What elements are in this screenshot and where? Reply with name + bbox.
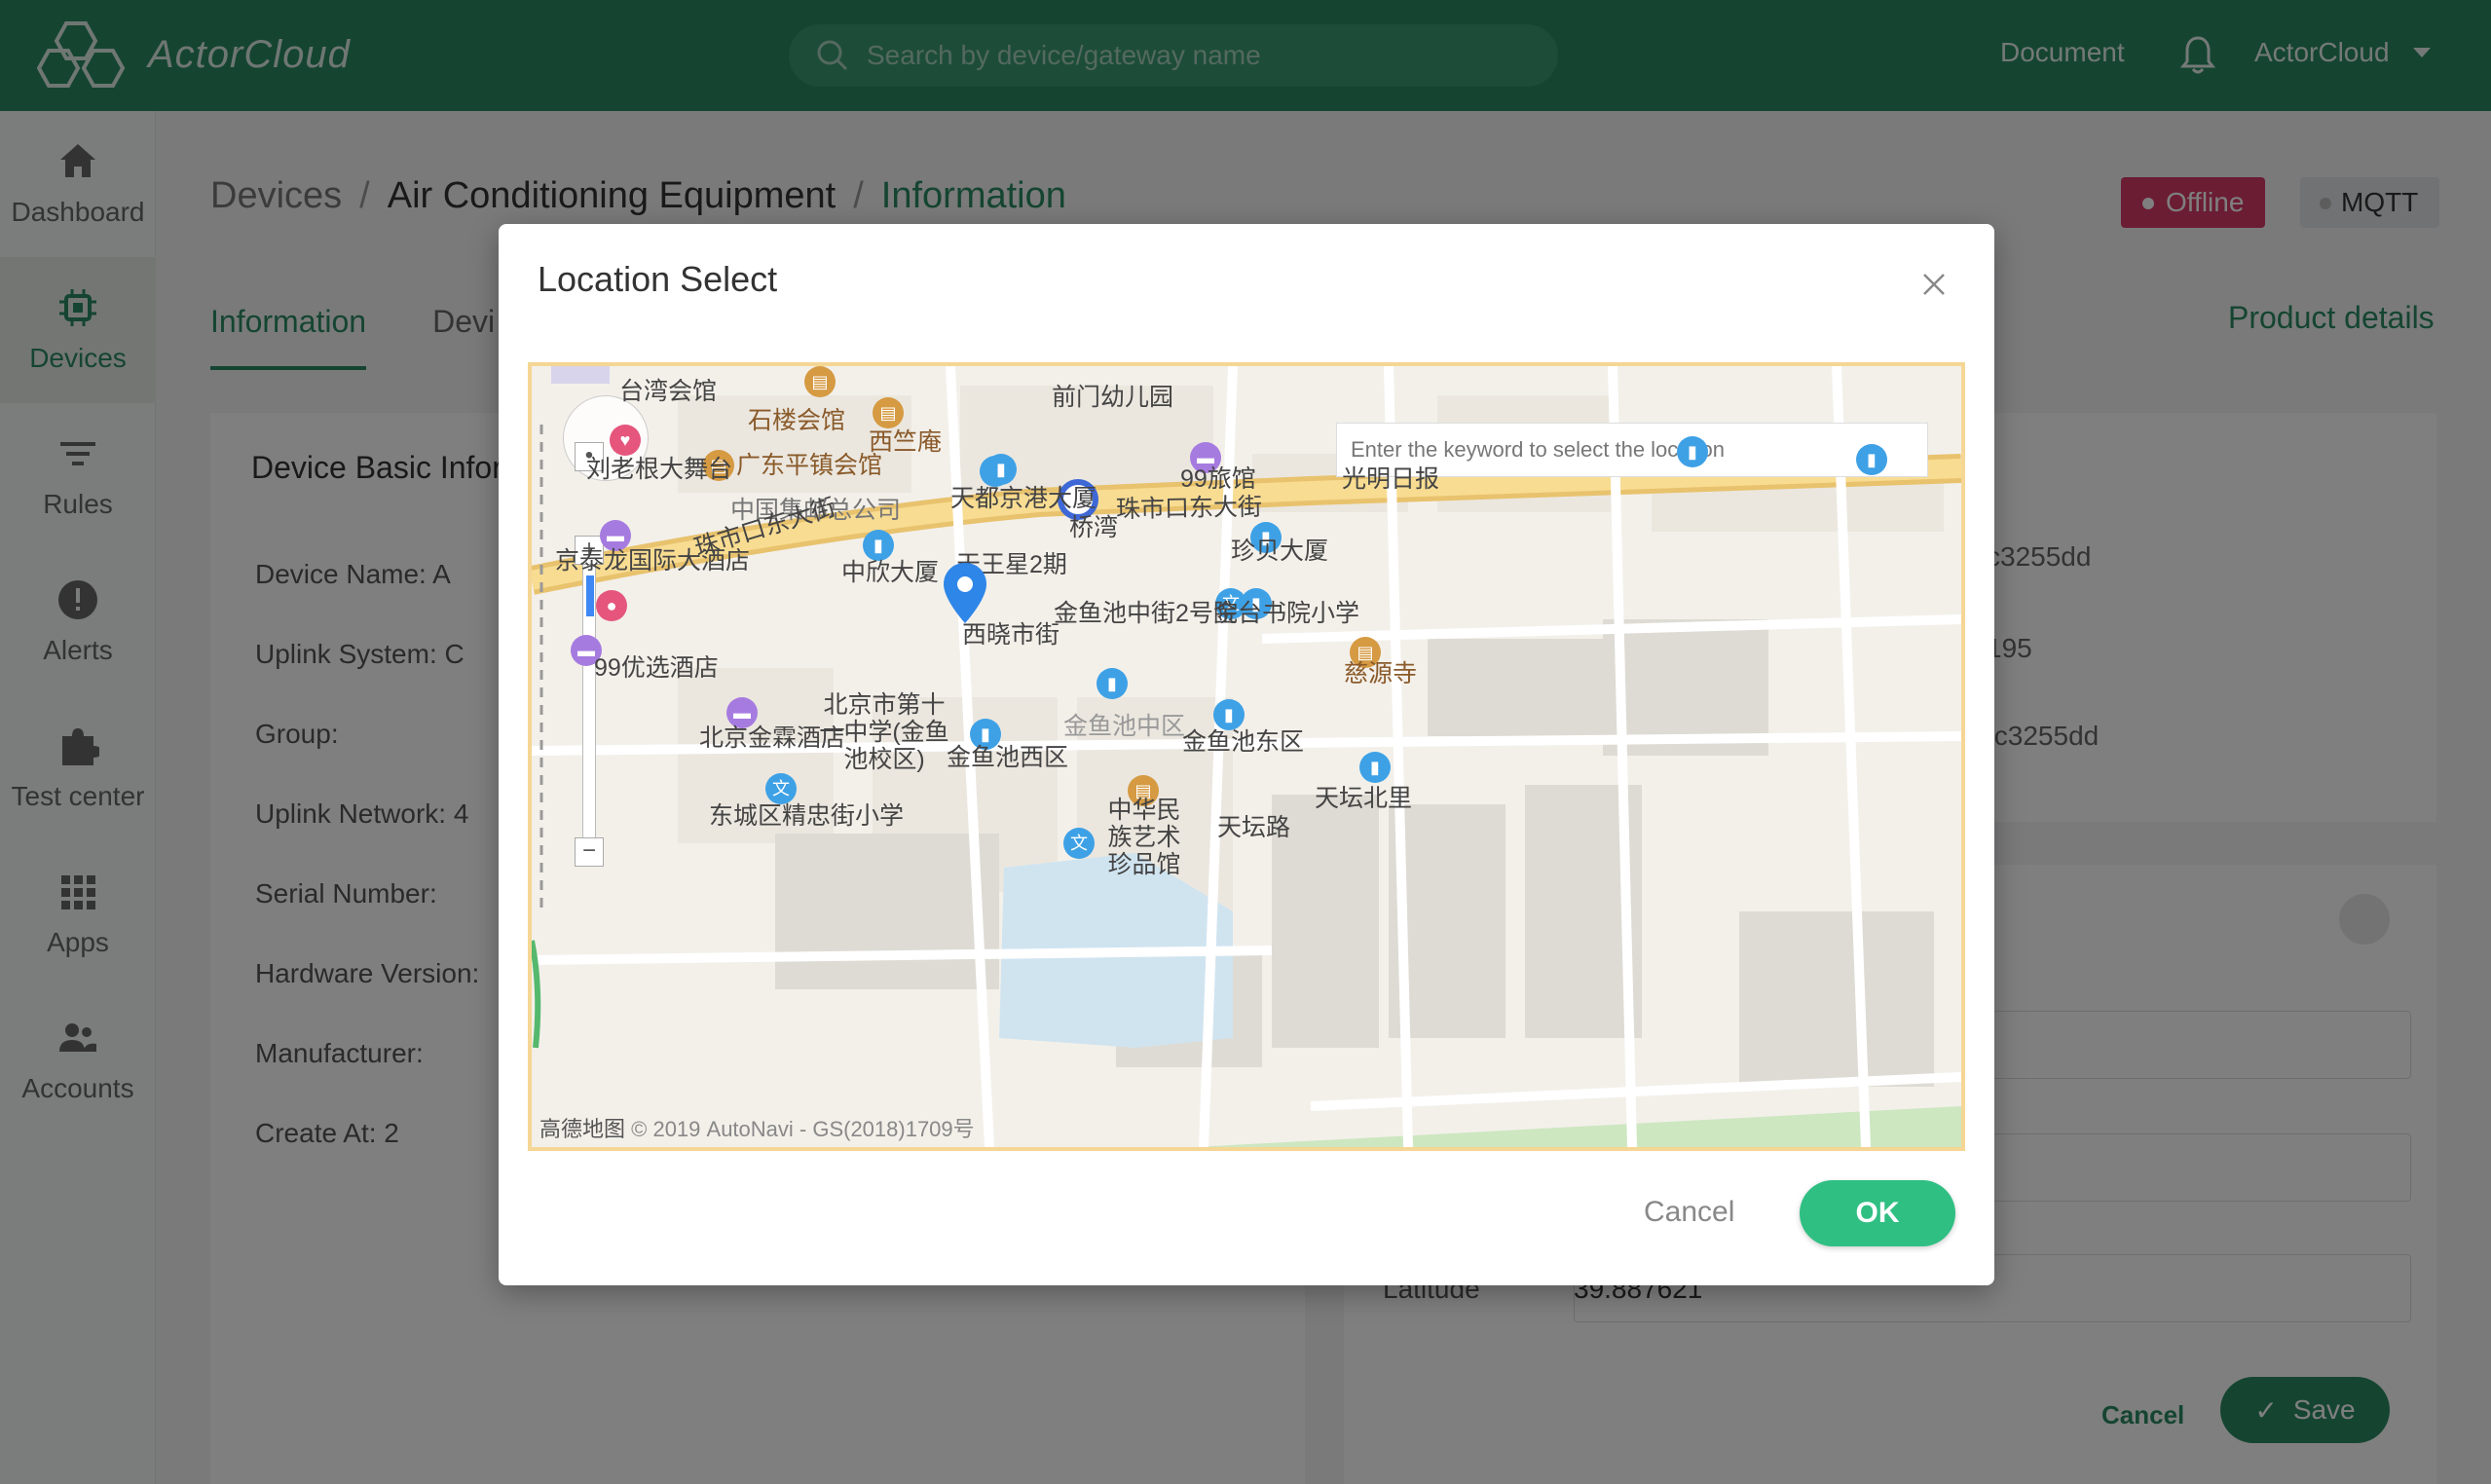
map-label: 中华民族艺术珍品馆 (1107, 797, 1181, 878)
location-select-modal: Location Select • + − Enter the keyword … (499, 224, 1994, 1285)
map-label: 99优选酒店 (594, 654, 719, 682)
map-label: 刘老根大舞台 (586, 456, 733, 483)
map-label: 广东平镇会馆 (736, 452, 883, 479)
modal-title: Location Select (538, 259, 778, 299)
map-label: 金鱼池西区 (947, 744, 1069, 771)
poi-icon[interactable]: ▮ (1097, 668, 1128, 699)
map-attribution: 高德地图 © 2019 AutoNavi - GS(2018)1709号 (539, 1112, 975, 1143)
map-view[interactable]: • + − Enter the keyword to select the lo… (528, 362, 1965, 1151)
map-label: 珍贝大厦 (1231, 538, 1329, 565)
map-label: 桥湾 (1069, 514, 1119, 541)
map-label: 天坛北里 (1315, 785, 1413, 812)
poi-icon[interactable]: ▮ (1677, 436, 1708, 467)
map-label: 前门幼儿园 (1052, 384, 1174, 411)
modal-cancel-button[interactable]: Cancel (1644, 1196, 1734, 1229)
map-label: 珠市口东大街 (1115, 493, 1263, 524)
map-label: 天坛路 (1217, 814, 1291, 841)
modal-ok-button[interactable]: OK (1800, 1180, 1955, 1246)
amap-logo: 高德地图 (539, 1117, 626, 1141)
map-label: 光明日报 (1342, 465, 1440, 493)
map-label: 台湾会馆 (619, 378, 718, 405)
map-label: 金台书院小学 (1213, 600, 1360, 627)
map-label: 石楼会馆 (748, 407, 846, 434)
poi-icon[interactable]: ▮ (1856, 444, 1887, 475)
map-label: 北京金霖酒店 (699, 724, 846, 752)
poi-icon[interactable]: ● (596, 590, 627, 621)
location-pin-icon[interactable] (941, 561, 989, 625)
map-label: 金鱼池东区 (1182, 728, 1305, 756)
map-label: 东城区精忠街小学 (709, 802, 905, 830)
map-copyright: © 2019 AutoNavi - GS(2018)1709号 (631, 1117, 975, 1141)
map-label: 中欣大厦 (841, 559, 940, 586)
map-label: 慈源寺 (1344, 660, 1418, 687)
poi-icon[interactable]: 文 (1063, 828, 1095, 859)
poi-icon[interactable]: ▤ (804, 366, 836, 397)
map-zoom-out-button[interactable]: − (575, 837, 604, 867)
map-label: 金鱼池中街2号院 (1054, 600, 1238, 627)
map-label: 金鱼池中区 (1063, 713, 1186, 740)
map-zoom-level (586, 575, 594, 616)
close-icon[interactable] (1920, 271, 1948, 298)
